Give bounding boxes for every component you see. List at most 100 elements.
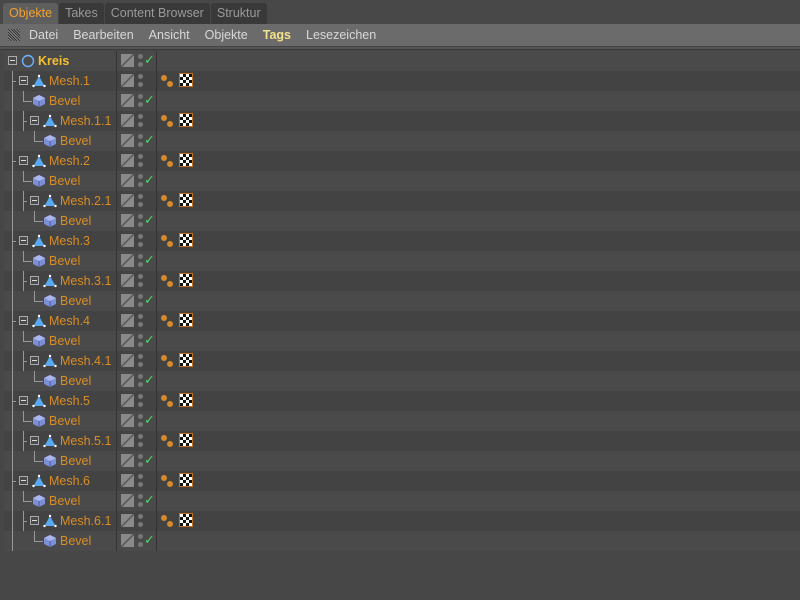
- object-row[interactable]: Bevel ✓: [4, 131, 800, 151]
- object-name[interactable]: Bevel: [49, 174, 80, 188]
- object-row[interactable]: Mesh.1: [4, 71, 800, 91]
- tab-struktur[interactable]: Struktur: [210, 3, 267, 24]
- grip-icon[interactable]: [8, 29, 20, 41]
- editable-icon[interactable]: [121, 214, 134, 227]
- visibility-dots-icon[interactable]: [138, 434, 143, 448]
- visibility-dots-icon[interactable]: [138, 94, 143, 108]
- enabled-check-icon[interactable]: ✓: [144, 332, 155, 348]
- editable-icon[interactable]: [121, 354, 134, 367]
- object-row[interactable]: Mesh.3: [4, 231, 800, 251]
- object-name[interactable]: Bevel: [49, 94, 80, 108]
- object-name[interactable]: Bevel: [49, 254, 80, 268]
- object-row[interactable]: Bevel ✓: [4, 531, 800, 551]
- enabled-check-icon[interactable]: ✓: [144, 412, 155, 428]
- editable-icon[interactable]: [121, 154, 134, 167]
- material-tag-icon[interactable]: [179, 313, 193, 327]
- object-row[interactable]: Mesh.6.1: [4, 511, 800, 531]
- object-row[interactable]: Bevel ✓: [4, 291, 800, 311]
- collapse-toggle[interactable]: [19, 476, 28, 485]
- material-tag-icon[interactable]: [179, 353, 193, 367]
- visibility-dots-icon[interactable]: [138, 134, 143, 148]
- object-name[interactable]: Bevel: [49, 494, 80, 508]
- object-name[interactable]: Mesh.5: [49, 394, 90, 408]
- object-row[interactable]: Mesh.1.1: [4, 111, 800, 131]
- menu-tags[interactable]: Tags: [263, 28, 291, 42]
- material-tag-icon[interactable]: [179, 513, 193, 527]
- enabled-check-icon[interactable]: ✓: [144, 132, 155, 148]
- editable-icon[interactable]: [121, 54, 134, 67]
- object-name[interactable]: Bevel: [60, 134, 91, 148]
- editable-icon[interactable]: [121, 94, 134, 107]
- enabled-check-icon[interactable]: ✓: [144, 172, 155, 188]
- editable-icon[interactable]: [121, 374, 134, 387]
- visibility-dots-icon[interactable]: [138, 294, 143, 308]
- editable-icon[interactable]: [121, 134, 134, 147]
- object-row[interactable]: Bevel ✓: [4, 491, 800, 511]
- phong-tag-icon[interactable]: [160, 394, 174, 408]
- object-row[interactable]: Mesh.4.1: [4, 351, 800, 371]
- menu-objekte[interactable]: Objekte: [205, 28, 248, 42]
- collapse-toggle[interactable]: [8, 56, 17, 65]
- visibility-dots-icon[interactable]: [138, 154, 143, 168]
- phong-tag-icon[interactable]: [160, 194, 174, 208]
- editable-icon[interactable]: [121, 534, 134, 547]
- visibility-dots-icon[interactable]: [138, 214, 143, 228]
- enabled-check-icon[interactable]: ✓: [144, 52, 155, 68]
- object-row[interactable]: Bevel ✓: [4, 91, 800, 111]
- object-name[interactable]: Mesh.1.1: [60, 114, 111, 128]
- editable-icon[interactable]: [121, 254, 134, 267]
- object-name[interactable]: Mesh.3: [49, 234, 90, 248]
- editable-icon[interactable]: [121, 314, 134, 327]
- editable-icon[interactable]: [121, 434, 134, 447]
- object-name[interactable]: Mesh.4.1: [60, 354, 111, 368]
- material-tag-icon[interactable]: [179, 73, 193, 87]
- object-row[interactable]: Bevel ✓: [4, 171, 800, 191]
- editable-icon[interactable]: [121, 474, 134, 487]
- menu-lesezeichen[interactable]: Lesezeichen: [306, 28, 376, 42]
- editable-icon[interactable]: [121, 514, 134, 527]
- object-row[interactable]: Bevel ✓: [4, 451, 800, 471]
- enabled-check-icon[interactable]: ✓: [144, 452, 155, 468]
- enabled-check-icon[interactable]: ✓: [144, 212, 155, 228]
- editable-icon[interactable]: [121, 234, 134, 247]
- visibility-dots-icon[interactable]: [138, 54, 143, 68]
- visibility-dots-icon[interactable]: [138, 474, 143, 488]
- visibility-dots-icon[interactable]: [138, 374, 143, 388]
- material-tag-icon[interactable]: [179, 273, 193, 287]
- visibility-dots-icon[interactable]: [138, 334, 143, 348]
- object-name[interactable]: Mesh.2.1: [60, 194, 111, 208]
- menu-ansicht[interactable]: Ansicht: [149, 28, 190, 42]
- editable-icon[interactable]: [121, 114, 134, 127]
- phong-tag-icon[interactable]: [160, 274, 174, 288]
- visibility-dots-icon[interactable]: [138, 194, 143, 208]
- visibility-dots-icon[interactable]: [138, 394, 143, 408]
- material-tag-icon[interactable]: [179, 473, 193, 487]
- material-tag-icon[interactable]: [179, 193, 193, 207]
- editable-icon[interactable]: [121, 294, 134, 307]
- visibility-dots-icon[interactable]: [138, 354, 143, 368]
- collapse-toggle[interactable]: [19, 396, 28, 405]
- object-row[interactable]: Mesh.2.1: [4, 191, 800, 211]
- collapse-toggle[interactable]: [19, 156, 28, 165]
- editable-icon[interactable]: [121, 174, 134, 187]
- phong-tag-icon[interactable]: [160, 434, 174, 448]
- tab-takes[interactable]: Takes: [59, 3, 104, 24]
- phong-tag-icon[interactable]: [160, 234, 174, 248]
- collapse-toggle[interactable]: [30, 516, 39, 525]
- object-row[interactable]: Mesh.5: [4, 391, 800, 411]
- object-name[interactable]: Mesh.6.1: [60, 514, 111, 528]
- collapse-toggle[interactable]: [30, 356, 39, 365]
- visibility-dots-icon[interactable]: [138, 314, 143, 328]
- object-row[interactable]: Bevel ✓: [4, 371, 800, 391]
- object-name[interactable]: Kreis: [38, 54, 69, 68]
- material-tag-icon[interactable]: [179, 113, 193, 127]
- visibility-dots-icon[interactable]: [138, 274, 143, 288]
- object-row[interactable]: Mesh.2: [4, 151, 800, 171]
- material-tag-icon[interactable]: [179, 153, 193, 167]
- object-row[interactable]: Bevel ✓: [4, 411, 800, 431]
- phong-tag-icon[interactable]: [160, 514, 174, 528]
- collapse-toggle[interactable]: [19, 236, 28, 245]
- enabled-check-icon[interactable]: ✓: [144, 532, 155, 548]
- visibility-dots-icon[interactable]: [138, 494, 143, 508]
- material-tag-icon[interactable]: [179, 233, 193, 247]
